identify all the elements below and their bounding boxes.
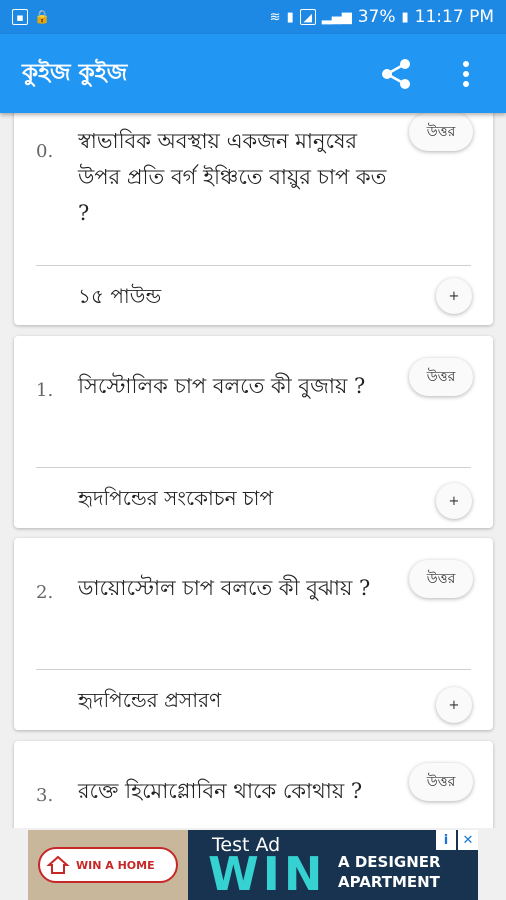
more-vert-icon (463, 60, 469, 87)
share-icon (382, 58, 410, 89)
ad-close-icon[interactable]: ✕ (458, 830, 478, 850)
answer-text: হৃদপিন্ডের প্রসারণ (78, 688, 222, 712)
ad-logo: WIN A HOME (28, 830, 188, 900)
lock-icon: 🔒 (34, 9, 51, 25)
divider (36, 467, 471, 468)
answer-button[interactable]: উত্তর (409, 560, 473, 598)
question-card: 2. ডায়োস্টোল চাপ বলতে কী বুঝায় ? উত্তর… (14, 538, 493, 730)
ad-info-icon[interactable]: i (436, 830, 456, 850)
wifi-icon: ≋ (269, 9, 281, 25)
ad-tagline: A DESIGNER APARTMENT (338, 852, 441, 892)
ad-banner[interactable]: WIN A HOME Test Ad WIN A DESIGNER APARTM… (28, 830, 478, 900)
question-list[interactable]: 0. স্বাভাবিক অবস্থায় একজন মানুষের উপর প… (0, 113, 506, 828)
more-options-button[interactable] (448, 56, 484, 92)
question-number: 1. (36, 380, 54, 401)
app-actions (378, 56, 484, 92)
status-time: 11:17 PM (414, 7, 494, 27)
ad-tagline-line2: APARTMENT (338, 873, 440, 891)
share-button[interactable] (378, 56, 414, 92)
question-card: 1. সিস্টোলিক চাপ বলতে কী বুজায় ? উত্তর … (14, 336, 493, 528)
house-icon (46, 855, 70, 874)
question-text: ডায়োস্টোল চাপ বলতে কী বুঝায় ? (78, 576, 371, 600)
status-bar: ▪ 🔒 ≋ ▮ ◢ ▂▄▆ 37% ▮ 11:17 PM (0, 0, 506, 34)
question-number: 0. (36, 141, 54, 162)
ad-body: Test Ad WIN A DESIGNER APARTMENT i ✕ (188, 830, 478, 900)
sim-icon: ▮ (286, 9, 294, 25)
app-title: কুইজ কুইজ (22, 60, 128, 86)
question-card: 3. রক্তে হিমোগ্লোবিন থাকে কোথায় ? উত্তর (14, 741, 493, 828)
answer-button[interactable]: উত্তর (409, 113, 473, 151)
question-card: 0. স্বাভাবিক অবস্থায় একজন মানুষের উপর প… (14, 113, 493, 325)
ad-headline: WIN (208, 847, 327, 900)
question-text: রক্তে হিমোগ্লোবিন থাকে কোথায় ? (78, 779, 363, 803)
question-text: সিস্টোলিক চাপ বলতে কী বুজায় ? (78, 374, 366, 398)
status-right: ≋ ▮ ◢ ▂▄▆ 37% ▮ 11:17 PM (270, 7, 494, 27)
expand-button[interactable]: + (436, 483, 472, 519)
ad-tagline-line1: A DESIGNER (338, 853, 441, 871)
app-bar: কুইজ কুইজ (0, 34, 506, 113)
answer-button[interactable]: উত্তর (409, 763, 473, 801)
answer-text: ১৫ পাউন্ড (78, 284, 162, 308)
status-left: ▪ 🔒 (12, 9, 50, 25)
question-text: স্বাভাবিক অবস্থায় একজন মানুষের উপর প্রত… (78, 129, 387, 225)
gallery-icon: ▪ (12, 9, 28, 25)
battery-percent: 37% (357, 7, 396, 27)
answer-text: হৃদপিন্ডের সংকোচন চাপ (78, 486, 274, 510)
answer-button[interactable]: উত্তর (409, 358, 473, 396)
ad-badges: i ✕ (436, 830, 478, 850)
battery-icon: ▮ (401, 9, 409, 25)
ad-logo-text: WIN A HOME (76, 858, 155, 872)
signal-icon: ◢ (299, 9, 316, 25)
divider (36, 669, 471, 670)
signal-bars-icon: ▂▄▆ (321, 9, 352, 25)
divider (36, 265, 471, 266)
ad-logo-badge: WIN A HOME (38, 847, 178, 883)
question-number: 3. (36, 785, 54, 806)
expand-button[interactable]: + (436, 687, 472, 723)
question-number: 2. (36, 582, 54, 603)
expand-button[interactable]: + (436, 278, 472, 314)
